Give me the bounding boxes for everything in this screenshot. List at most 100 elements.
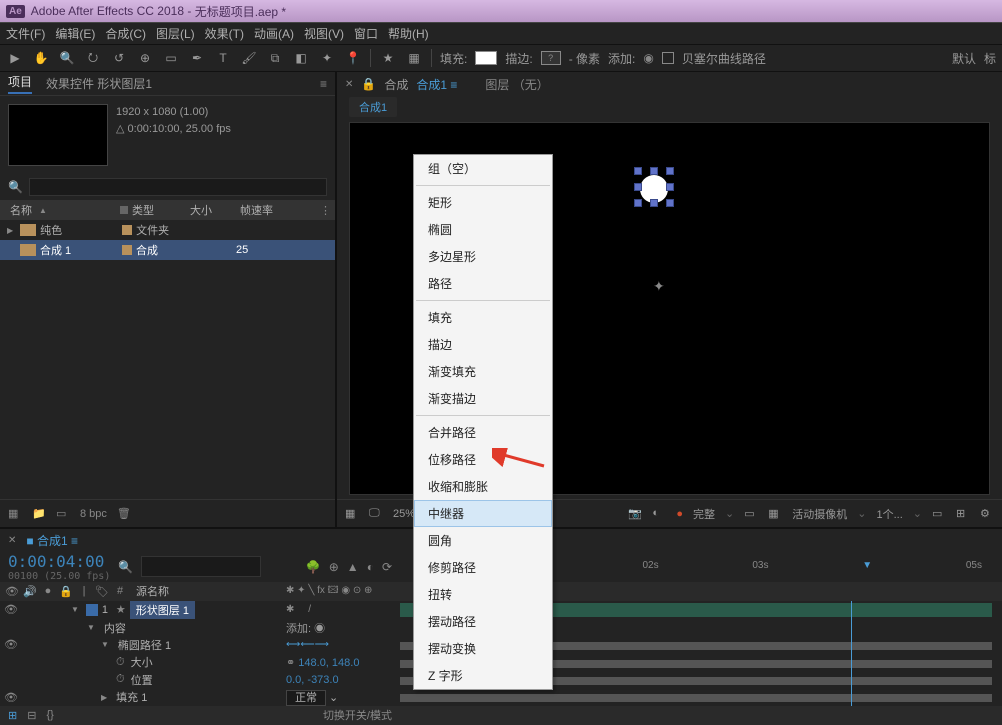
menu-window[interactable]: 窗口 xyxy=(354,25,378,42)
ctx-twist[interactable]: 扭转 xyxy=(414,581,552,608)
shape-star-icon[interactable]: ★ xyxy=(379,49,397,67)
ctx-rectangle[interactable]: 矩形 xyxy=(414,189,552,216)
ctx-pucker-bloat[interactable]: 收缩和膨胀 xyxy=(414,473,552,500)
size-value[interactable]: 148.0, 148.0 xyxy=(298,657,359,669)
bezier-checkbox[interactable] xyxy=(662,52,674,64)
menu-layer[interactable]: 图层(L) xyxy=(156,25,195,42)
tl-ico1[interactable]: 🌳 xyxy=(306,560,321,574)
handle-br[interactable] xyxy=(666,199,674,207)
label-col-icon[interactable]: 🏷 xyxy=(94,585,110,598)
new-comp-icon[interactable]: ▭ xyxy=(56,507,70,521)
ctx-polystar[interactable]: 多边星形 xyxy=(414,243,552,270)
col-fps[interactable]: 帧速率 xyxy=(234,202,284,218)
timeline-tab[interactable]: ■ 合成1 ≡ xyxy=(26,532,78,549)
alpha-icon[interactable]: ▦ xyxy=(345,507,359,521)
mask-icon[interactable]: ● xyxy=(676,508,683,520)
roto-tool-icon[interactable]: ✦ xyxy=(318,49,336,67)
anchor-point-icon[interactable]: ✦ xyxy=(653,278,665,295)
comp-breadcrumb[interactable]: 合成1 xyxy=(349,97,397,117)
col-type[interactable]: 类型 xyxy=(114,202,184,218)
col-size[interactable]: 大小 xyxy=(184,202,234,218)
fill-swatch[interactable] xyxy=(475,51,497,65)
vf-ico3[interactable]: ⚙ xyxy=(980,507,994,521)
ctx-group[interactable]: 组（空） xyxy=(414,155,552,182)
selection-tool-icon[interactable]: ▶ xyxy=(6,49,24,67)
blend-mode-dropdown[interactable]: 正常 xyxy=(286,690,326,706)
project-search-input[interactable] xyxy=(29,178,327,196)
handle-lm[interactable] xyxy=(634,183,642,191)
switch-modes-label[interactable]: 切换开关/模式 xyxy=(323,707,392,723)
handle-tm[interactable] xyxy=(650,167,658,175)
bpc-label[interactable]: 8 bpc xyxy=(80,508,107,520)
zoom-level[interactable]: 25% xyxy=(393,508,415,520)
ctx-offset-paths[interactable]: 位移路径 xyxy=(414,446,552,473)
resolution-dropdown[interactable]: 完整 xyxy=(693,506,715,522)
ctx-trim-paths[interactable]: 修剪路径 xyxy=(414,554,552,581)
audio-col-icon[interactable]: 🔊 xyxy=(22,585,38,598)
layer-color[interactable] xyxy=(86,604,98,616)
add-dropdown-icon[interactable]: ◉ xyxy=(643,51,653,65)
ctx-merge-paths[interactable]: 合并路径 xyxy=(414,419,552,446)
new-folder-icon[interactable]: 📁 xyxy=(32,507,46,521)
handle-tl[interactable] xyxy=(634,167,642,175)
position-value[interactable]: 0.0, -373.0 xyxy=(286,674,396,686)
col-menu-icon[interactable]: ⋮ xyxy=(320,204,331,217)
project-row-comp1[interactable]: 合成 1 合成 25 xyxy=(0,240,335,260)
project-row-solids[interactable]: ▶ 纯色 文件夹 xyxy=(0,220,335,240)
close-x-icon[interactable]: ✕ xyxy=(345,79,353,90)
text-tool-icon[interactable]: T xyxy=(214,49,232,67)
ctx-round-corners[interactable]: 圆角 xyxy=(414,527,552,554)
tl-ico5[interactable]: ⟳ xyxy=(382,560,392,574)
playhead-line[interactable] xyxy=(851,601,852,619)
ctx-fill[interactable]: 填充 xyxy=(414,304,552,331)
handle-bm[interactable] xyxy=(650,199,658,207)
comp-tab-name[interactable]: 合成1 ≡ xyxy=(416,76,457,93)
lock-icon[interactable]: 🔒 xyxy=(361,77,376,91)
capture-icon[interactable]: 📷 xyxy=(628,507,642,521)
views-dropdown[interactable]: 1个... xyxy=(876,506,902,522)
comp-thumbnail[interactable] xyxy=(8,104,108,166)
ctx-wiggle-paths[interactable]: 摆动路径 xyxy=(414,608,552,635)
layer-shape-name[interactable]: 形状图层 1 xyxy=(130,601,195,619)
menu-animation[interactable]: 动画(A) xyxy=(254,25,294,42)
tab-effect-controls[interactable]: 效果控件 形状图层1 xyxy=(46,75,152,92)
grid-icon[interactable]: ▦ xyxy=(768,507,782,521)
interpret-icon[interactable]: ▦ xyxy=(8,507,22,521)
ctx-gradient-fill[interactable]: 渐变填充 xyxy=(414,358,552,385)
vf-ico2[interactable]: ⊞ xyxy=(956,507,970,521)
content-label[interactable]: 内容 xyxy=(98,620,126,636)
add-content[interactable]: 添加: ◉ xyxy=(286,620,396,636)
eye-toggle[interactable]: 👁 xyxy=(4,603,20,616)
pen-tool-icon[interactable]: ✒ xyxy=(188,49,206,67)
menu-help[interactable]: 帮助(H) xyxy=(388,25,429,42)
brush-tool-icon[interactable]: 🖌 xyxy=(240,49,258,67)
timeline-search-input[interactable] xyxy=(141,556,261,577)
position-prop[interactable]: 位置 xyxy=(125,672,153,688)
tl-ico2[interactable]: ⊕ xyxy=(329,560,339,574)
lock-col-icon[interactable]: 🔒 xyxy=(58,585,74,598)
anchor-tool-icon[interactable]: ⊕ xyxy=(136,49,154,67)
eraser-tool-icon[interactable]: ◧ xyxy=(292,49,310,67)
tl-close-icon[interactable]: ✕ xyxy=(8,535,16,546)
camera-dropdown[interactable]: 活动摄像机 xyxy=(792,506,847,522)
menu-edit[interactable]: 编辑(E) xyxy=(55,25,95,42)
tab-project[interactable]: 项目 xyxy=(8,73,32,94)
tl-ico3[interactable]: ▲ xyxy=(347,560,359,574)
stroke-swatch[interactable]: ? xyxy=(541,51,561,65)
eye-col-icon[interactable]: 👁 xyxy=(4,585,20,598)
tlf-ico1[interactable]: ⊞ xyxy=(8,709,17,722)
tlf-ico2[interactable]: ⊟ xyxy=(27,709,36,722)
orbit-tool-icon[interactable]: ⭮ xyxy=(84,49,102,67)
clone-tool-icon[interactable]: ⧉ xyxy=(266,49,284,67)
zoom-tool-icon[interactable]: 🔍 xyxy=(58,49,76,67)
menu-view[interactable]: 视图(V) xyxy=(304,25,344,42)
handle-tr[interactable] xyxy=(666,167,674,175)
ctx-ellipse[interactable]: 椭圆 xyxy=(414,216,552,243)
screen-icon[interactable]: 🖵 xyxy=(369,507,383,521)
timeline-timecode[interactable]: 0:00:04:00 xyxy=(8,552,110,571)
rotate-tool-icon[interactable]: ↺ xyxy=(110,49,128,67)
vf-ico1[interactable]: ▭ xyxy=(932,507,946,521)
ctx-zigzag[interactable]: Z 字形 xyxy=(414,662,552,689)
hand-tool-icon[interactable]: ✋ xyxy=(32,49,50,67)
region-icon[interactable]: ▭ xyxy=(744,507,758,521)
